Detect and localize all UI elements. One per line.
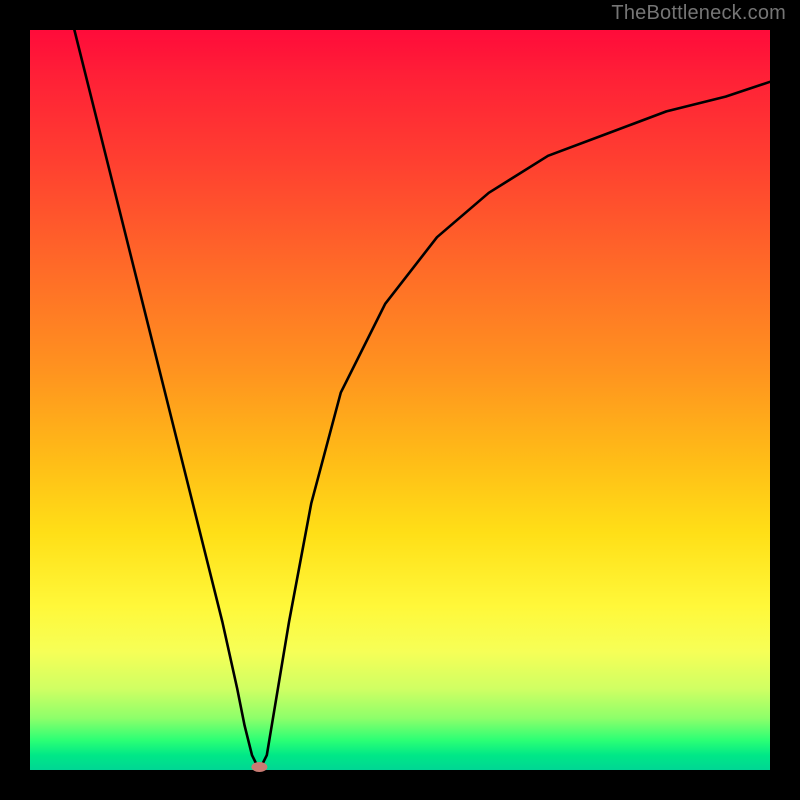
chart-frame: TheBottleneck.com: [0, 0, 800, 800]
bottleneck-curve: [30, 30, 770, 770]
notch-marker: [251, 762, 267, 772]
watermark-text: TheBottleneck.com: [611, 2, 786, 25]
plot-area: [30, 30, 770, 770]
curve-path: [74, 30, 770, 770]
